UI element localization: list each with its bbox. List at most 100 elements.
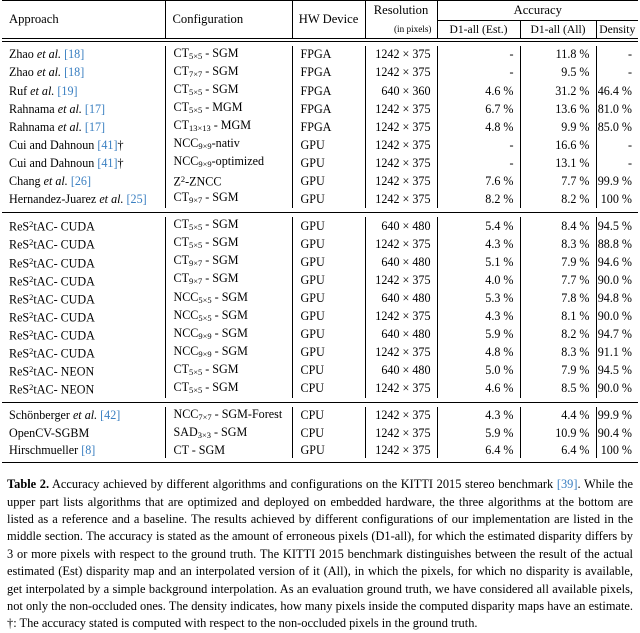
cell-hw-device: GPU: [291, 325, 365, 344]
table-row[interactable]: Zhao et al. [18] CT7×7 - SGM FPGA 1242 × 37…: [2, 64, 638, 83]
cell-resolution: 1242 × 375: [364, 271, 437, 290]
cell-d1-all-all: 16.6 %: [519, 136, 596, 155]
cell-d1-all-all: 13.6 %: [519, 100, 596, 119]
cell-configuration: CT9×7 - SGM: [164, 271, 292, 290]
table-row[interactable]: ReS2tAC- CUDA CT5×5 - SGM GPU 640 × 480 5.4 …: [2, 217, 638, 236]
cell-d1-all-est: -: [436, 136, 520, 155]
cell-resolution: 1242 × 375: [364, 424, 437, 443]
cell-configuration: NCC5×5 - SGM: [164, 307, 292, 326]
cell-d1-all-all: 8.5 %: [519, 379, 596, 398]
caption-part2: . While the upper part lists algorithms …: [7, 477, 634, 631]
table-row[interactable]: Chang et al. [26] Z2-ZNCC GPU 1242 × 375 7.6…: [2, 172, 638, 191]
table-row[interactable]: ReS2tAC- NEON CT5×5 - SGM CPU 1242 × 375 4.6…: [2, 379, 638, 398]
cell-d1-all-est: 4.8 %: [436, 118, 520, 137]
caption-citation-39[interactable]: [39]: [557, 477, 578, 491]
citation-link[interactable]: [42]: [100, 408, 120, 422]
table-row[interactable]: Cui and Dahnoun [41]† NCC9×9-optimized GPU…: [2, 154, 638, 173]
cell-density: 90.0 %: [595, 307, 638, 326]
table-row[interactable]: Schönberger et al. [42] NCC7×7 - SGM-Fore…: [2, 406, 638, 425]
table-row[interactable]: Ruf et al. [19] CT5×5 - SGM FPGA 640 × 360 4…: [2, 82, 638, 101]
citation-link[interactable]: [18]: [64, 65, 84, 79]
cell-d1-all-est: -: [436, 64, 520, 83]
cell-hw-device: CPU: [291, 379, 365, 398]
table-header-row-1: Approach Configuration HW Device Resolution…: [2, 1, 638, 39]
table-row[interactable]: Hernandez-Juarez et al. [25] CT9×7 - SGM G…: [2, 190, 638, 209]
table-row[interactable]: ReS2tAC- CUDA CT5×5 - SGM GPU 1242 × 375 4.3…: [2, 235, 638, 254]
cell-approach: Chang et al. [26]: [9, 173, 91, 188]
table-row[interactable]: ReS2tAC- CUDA NCC5×5 - SGM GPU 640 × 480 5.3…: [2, 289, 638, 308]
cell-d1-all-est: 5.9 %: [436, 325, 520, 344]
cell-density: 94.7 %: [595, 325, 638, 344]
table-caption: Table 2. Accuracy achieved by different …: [2, 476, 638, 633]
cell-resolution: 1242 × 375: [364, 118, 437, 137]
cell-hw-device: FPGA: [291, 64, 365, 83]
cell-density: -: [595, 46, 638, 65]
cell-density: 94.5 %: [595, 361, 638, 380]
cell-resolution: 640 × 480: [364, 361, 437, 380]
citation-link[interactable]: [17]: [85, 102, 105, 116]
cell-configuration: CT5×5 - SGM: [164, 217, 292, 236]
table-bottom-rule: [2, 462, 638, 464]
cell-d1-all-all: 8.3 %: [519, 343, 596, 362]
table-row[interactable]: ReS2tAC- CUDA CT9×7 - SGM GPU 640 × 480 5.1 …: [2, 253, 638, 272]
cell-resolution: 1242 × 375: [364, 100, 437, 119]
cell-d1-all-all: 31.2 %: [519, 82, 596, 101]
cell-d1-all-est: 5.9 %: [436, 424, 520, 443]
cell-d1-all-all: 8.1 %: [519, 307, 596, 326]
table-row[interactable]: ReS2tAC- CUDA NCC5×5 - SGM GPU 1242 × 375 4.…: [2, 307, 638, 326]
header-accuracy-group: Accuracy: [436, 1, 638, 21]
cell-density: 88.8 %: [595, 235, 638, 254]
cell-approach: Hirschmueller [8]: [9, 443, 96, 457]
table-row[interactable]: ReS2tAC- CUDA NCC9×9 - SGM GPU 640 × 480 5.9…: [2, 325, 638, 344]
cell-approach: ReS2tAC- CUDA: [9, 291, 95, 307]
cell-density: 90.0 %: [595, 271, 638, 290]
table-row[interactable]: OpenCV-SGBM SAD3×3 - SGM CPU 1242 × 375 5.9 …: [2, 424, 638, 443]
cell-resolution: 1242 × 375: [364, 46, 437, 65]
cell-d1-all-est: 4.3 %: [436, 307, 520, 326]
cell-d1-all-est: 4.0 %: [436, 271, 520, 290]
table-row[interactable]: Zhao et al. [18] CT5×5 - SGM FPGA 1242 × 37…: [2, 46, 638, 65]
cell-approach: OpenCV-SGBM: [9, 426, 90, 441]
cell-approach: ReS2tAC- CUDA: [9, 345, 95, 361]
cell-approach: ReS2tAC- NEON: [9, 381, 95, 397]
cell-configuration: NCC9×9-nativ: [164, 136, 292, 155]
table-row[interactable]: ReS2tAC- NEON CT5×5 - SGM CPU 640 × 480 5.0 …: [2, 361, 638, 380]
cell-density: 100 %: [595, 190, 638, 209]
citation-link[interactable]: [17]: [85, 120, 105, 134]
citation-link[interactable]: [18]: [64, 47, 84, 61]
citation-link[interactable]: [41]: [97, 138, 117, 152]
cell-approach: ReS2tAC- NEON: [9, 363, 95, 379]
citation-link[interactable]: [41]: [97, 156, 117, 170]
table-row[interactable]: Cui and Dahnoun [41]† NCC9×9-nativ GPU 1242…: [2, 136, 638, 155]
cell-resolution: 1242 × 375: [364, 64, 437, 83]
cell-configuration: NCC7×7 - SGM-Forest: [164, 406, 292, 425]
table-row[interactable]: ReS2tAC- CUDA NCC9×9 - SGM GPU 1242 × 375 4.…: [2, 343, 638, 362]
cell-hw-device: GPU: [291, 235, 365, 254]
cell-resolution: 1242 × 375: [364, 379, 437, 398]
cell-hw-device: CPU: [291, 424, 365, 443]
cell-approach: ReS2tAC- CUDA: [9, 219, 95, 234]
cell-hw-device: GPU: [291, 172, 365, 191]
cell-resolution: 1242 × 375: [364, 172, 437, 191]
cell-hw-device: GPU: [291, 343, 365, 362]
cell-configuration: CT5×5 - SGM: [164, 46, 292, 65]
cell-approach: Cui and Dahnoun [41]†: [9, 137, 124, 152]
cell-approach: ReS2tAC- CUDA: [9, 273, 95, 289]
citation-link[interactable]: [26]: [71, 174, 91, 188]
cell-approach: ReS2tAC- CUDA: [9, 327, 95, 343]
cell-resolution: 640 × 480: [364, 253, 437, 272]
cell-hw-device: GPU: [291, 443, 365, 459]
cell-hw-device: GPU: [291, 217, 365, 236]
citation-link[interactable]: [19]: [57, 84, 77, 98]
table-row[interactable]: Hirschmueller [8] CT - SGM GPU 1242 × 375 6.…: [2, 443, 638, 459]
citation-link[interactable]: [25]: [127, 192, 147, 206]
header-hw-device: HW Device: [291, 1, 365, 39]
cell-resolution: 1242 × 375: [364, 190, 437, 209]
table-row[interactable]: ReS2tAC- CUDA CT9×7 - SGM GPU 1242 × 375 4.0…: [2, 271, 638, 290]
table-row[interactable]: Rahnama et al. [17] CT5×5 - MGM FPGA 1242 ×…: [2, 100, 638, 119]
citation-link[interactable]: [8]: [81, 443, 95, 457]
cell-configuration: NCC9×9-optimized: [164, 154, 292, 173]
cell-hw-device: GPU: [291, 271, 365, 290]
table-row[interactable]: Rahnama et al. [17] CT13×13 - MGM FPGA 1242…: [2, 118, 638, 137]
cell-approach: Ruf et al. [19]: [9, 83, 78, 98]
